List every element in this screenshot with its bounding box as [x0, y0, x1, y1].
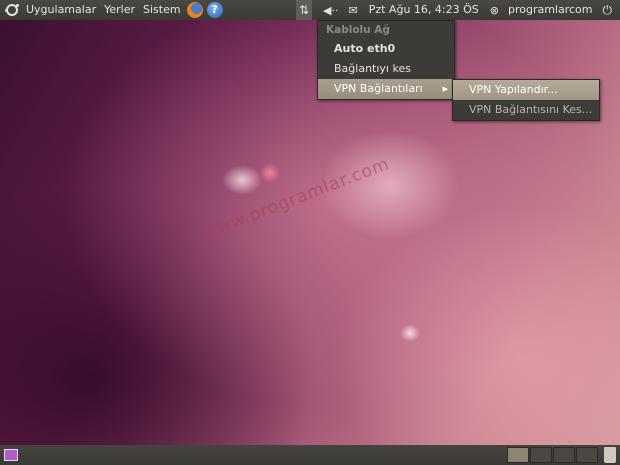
user-name[interactable]: programlarcom — [504, 0, 597, 20]
top-panel-left: Uygulamalar Yerler Sistem ? — [0, 0, 223, 20]
menu-places[interactable]: Yerler — [100, 0, 139, 20]
menu-header-wired: Kablolu Ağ — [326, 24, 390, 36]
menu-item-disconnect[interactable]: Bağlantıyı kes — [318, 59, 454, 79]
mail-icon[interactable]: ✉ — [349, 4, 358, 17]
workspace-1[interactable] — [507, 447, 529, 463]
show-desktop-icon[interactable] — [4, 449, 18, 461]
menu-item-disconnect-vpn[interactable]: VPN Bağlantısını Kes... — [453, 100, 599, 120]
ubuntu-logo-icon[interactable] — [5, 4, 19, 16]
menu-item-vpn-label: VPN Bağlantıları — [334, 82, 423, 95]
bokeh-glow — [260, 163, 280, 183]
menu-applications[interactable]: Uygulamalar — [22, 0, 100, 20]
menu-item-auto-eth0[interactable]: Auto eth0 — [318, 39, 454, 59]
trash-icon[interactable] — [604, 447, 616, 463]
firefox-icon[interactable] — [186, 2, 203, 18]
network-icon[interactable]: ⇅ — [296, 0, 313, 20]
help-icon[interactable]: ? — [206, 2, 223, 18]
workspace-2[interactable] — [530, 447, 552, 463]
workspace-4[interactable] — [576, 447, 598, 463]
bokeh-glow — [400, 324, 420, 342]
clock[interactable]: Pzt Ağu 16, 4:23 ÖS — [363, 0, 485, 20]
workspace-3[interactable] — [553, 447, 575, 463]
volume-icon[interactable]: ◀·· — [323, 4, 338, 17]
top-panel-right: ⇅ ◀·· ✉ Pzt Ağu 16, 4:23 ÖS ⊗ programlar… — [296, 0, 620, 20]
menu-item-vpn-connections[interactable]: VPN Bağlantıları ▶ — [318, 79, 454, 99]
power-icon[interactable]: ⏻ — [603, 3, 613, 18]
vpn-submenu: VPN Yapılandır... VPN Bağlantısını Kes..… — [452, 79, 600, 121]
bokeh-glow — [222, 165, 262, 195]
menu-item-configure-vpn[interactable]: VPN Yapılandır... — [453, 80, 599, 100]
bottom-panel — [0, 445, 620, 465]
menu-system[interactable]: Sistem — [139, 0, 185, 20]
top-panel: Uygulamalar Yerler Sistem ? ⇅ ◀·· ✉ Pzt … — [0, 0, 620, 20]
chevron-right-icon: ▶ — [442, 85, 448, 93]
user-status-icon: ⊗ — [489, 3, 499, 17]
network-menu: Kablolu Ağ Auto eth0 Bağlantıyı kes VPN … — [317, 20, 455, 100]
